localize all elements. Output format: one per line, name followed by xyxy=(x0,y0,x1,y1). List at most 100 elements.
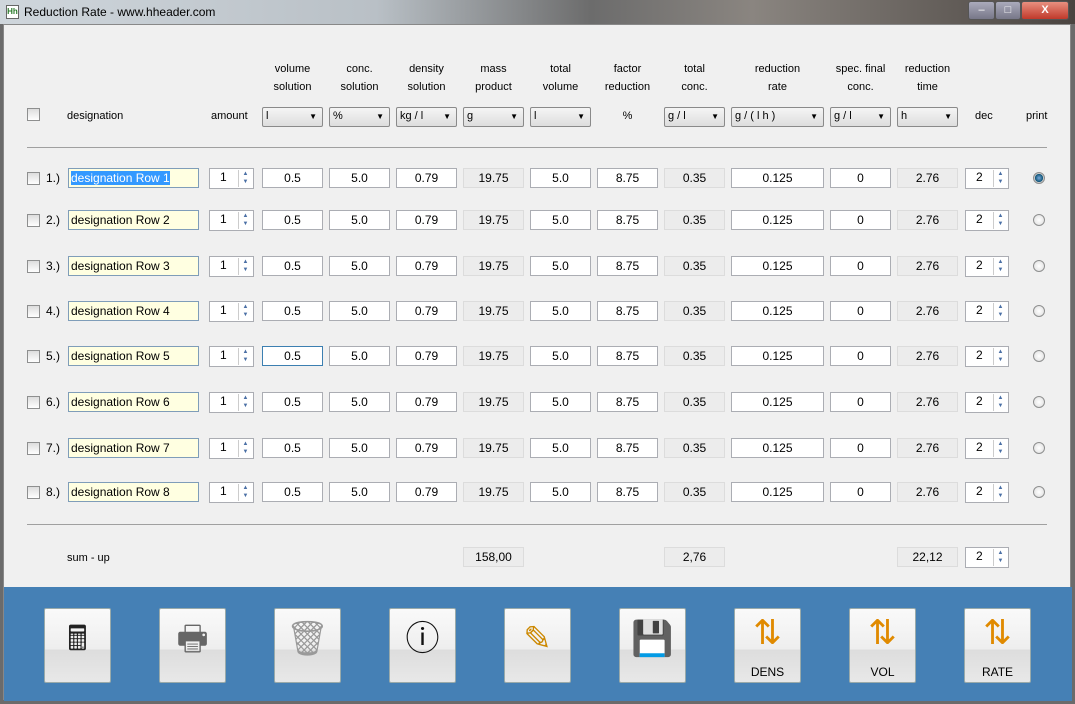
value-field-2[interactable]: 0.79 xyxy=(396,438,457,458)
stepper-arrows-icon[interactable]: ▲ ▼ xyxy=(238,394,252,411)
stepper-arrows-icon[interactable]: ▲ ▼ xyxy=(238,440,252,457)
amount-stepper[interactable]: 1 ▲ ▼ xyxy=(209,346,254,367)
info-button[interactable]: ⓘ xyxy=(389,608,456,683)
unit-dropdown-9[interactable]: h ▼ xyxy=(897,107,958,127)
row-checkbox[interactable] xyxy=(27,305,40,318)
designation-input[interactable]: designation Row 6 xyxy=(68,392,199,412)
amount-stepper[interactable]: 1 ▲ ▼ xyxy=(209,438,254,459)
dec-stepper[interactable]: 2 ▲ ▼ xyxy=(965,168,1009,189)
stepper-arrows-icon[interactable]: ▲ ▼ xyxy=(993,440,1007,457)
sum-dec-stepper[interactable]: 2 ▲ ▼ xyxy=(965,547,1009,568)
value-field-5[interactable]: 8.75 xyxy=(597,301,658,321)
select-all-checkbox[interactable] xyxy=(27,108,40,121)
stepper-arrows-icon[interactable]: ▲ ▼ xyxy=(993,394,1007,411)
value-field-5[interactable]: 8.75 xyxy=(597,438,658,458)
value-field-1[interactable]: 5.0 xyxy=(329,392,390,412)
value-field-5[interactable]: 8.75 xyxy=(597,210,658,230)
stepper-arrows-icon[interactable]: ▲ ▼ xyxy=(993,303,1007,320)
stepper-arrows-icon[interactable]: ▲ ▼ xyxy=(238,170,252,187)
stepper-arrows-icon[interactable]: ▲ ▼ xyxy=(238,212,252,229)
value-field-8[interactable]: 0 xyxy=(830,301,891,321)
value-field-4[interactable]: 5.0 xyxy=(530,210,591,230)
print-radio[interactable] xyxy=(1033,396,1045,408)
print-radio[interactable] xyxy=(1033,260,1045,272)
value-field-5[interactable]: 8.75 xyxy=(597,346,658,366)
value-field-0[interactable]: 0.5 xyxy=(262,482,323,502)
designation-input[interactable]: designation Row 3 xyxy=(68,256,199,276)
value-field-1[interactable]: 5.0 xyxy=(329,301,390,321)
rate-button[interactable]: ⇅ RATE xyxy=(964,608,1031,683)
print-radio[interactable] xyxy=(1033,214,1045,226)
value-field-4[interactable]: 5.0 xyxy=(530,346,591,366)
unit-dropdown-7[interactable]: g / ( l h ) ▼ xyxy=(731,107,824,127)
designation-input[interactable]: designation Row 7 xyxy=(68,438,199,458)
stepper-arrows-icon[interactable]: ▲ ▼ xyxy=(993,258,1007,275)
dec-stepper[interactable]: 2 ▲ ▼ xyxy=(965,392,1009,413)
stepper-arrows-icon[interactable]: ▲ ▼ xyxy=(993,212,1007,229)
stepper-arrows-icon[interactable]: ▲ ▼ xyxy=(993,348,1007,365)
designation-input[interactable]: designation Row 5 xyxy=(68,346,199,366)
value-field-0[interactable]: 0.5 xyxy=(262,256,323,276)
print-button[interactable]: 🖶 xyxy=(159,608,226,683)
value-field-7[interactable]: 0.125 xyxy=(731,392,824,412)
value-field-2[interactable]: 0.79 xyxy=(396,482,457,502)
value-field-2[interactable]: 0.79 xyxy=(396,256,457,276)
amount-stepper[interactable]: 1 ▲ ▼ xyxy=(209,168,254,189)
value-field-1[interactable]: 5.0 xyxy=(329,346,390,366)
print-radio[interactable] xyxy=(1033,172,1045,184)
value-field-4[interactable]: 5.0 xyxy=(530,482,591,502)
value-field-8[interactable]: 0 xyxy=(830,168,891,188)
value-field-4[interactable]: 5.0 xyxy=(530,438,591,458)
dec-stepper[interactable]: 2 ▲ ▼ xyxy=(965,301,1009,322)
value-field-0[interactable]: 0.5 xyxy=(262,438,323,458)
unit-dropdown-3[interactable]: g ▼ xyxy=(463,107,524,127)
value-field-7[interactable]: 0.125 xyxy=(731,168,824,188)
value-field-1[interactable]: 5.0 xyxy=(329,256,390,276)
designation-input[interactable]: designation Row 2 xyxy=(68,210,199,230)
amount-stepper[interactable]: 1 ▲ ▼ xyxy=(209,210,254,231)
value-field-0[interactable]: 0.5 xyxy=(262,392,323,412)
value-field-2[interactable]: 0.79 xyxy=(396,301,457,321)
stepper-arrows-icon[interactable]: ▲ ▼ xyxy=(238,348,252,365)
print-radio[interactable] xyxy=(1033,442,1045,454)
designation-input[interactable]: designation Row 8 xyxy=(68,482,199,502)
value-field-8[interactable]: 0 xyxy=(830,392,891,412)
designation-input[interactable]: designation Row 1 xyxy=(68,168,199,188)
print-radio[interactable] xyxy=(1033,350,1045,362)
value-field-8[interactable]: 0 xyxy=(830,210,891,230)
vol-button[interactable]: ⇅ VOL xyxy=(849,608,916,683)
minimize-button[interactable]: – xyxy=(968,1,995,20)
value-field-1[interactable]: 5.0 xyxy=(329,210,390,230)
value-field-2[interactable]: 0.79 xyxy=(396,168,457,188)
value-field-5[interactable]: 8.75 xyxy=(597,256,658,276)
unit-dropdown-1[interactable]: % ▼ xyxy=(329,107,390,127)
row-checkbox[interactable] xyxy=(27,486,40,499)
stepper-arrows-icon[interactable]: ▲ ▼ xyxy=(993,549,1007,566)
close-button[interactable]: X xyxy=(1021,1,1069,20)
amount-stepper[interactable]: 1 ▲ ▼ xyxy=(209,256,254,277)
value-field-0[interactable]: 0.5 xyxy=(262,301,323,321)
amount-stepper[interactable]: 1 ▲ ▼ xyxy=(209,301,254,322)
amount-stepper[interactable]: 1 ▲ ▼ xyxy=(209,482,254,503)
value-field-5[interactable]: 8.75 xyxy=(597,392,658,412)
unit-dropdown-2[interactable]: kg / l ▼ xyxy=(396,107,457,127)
value-field-7[interactable]: 0.125 xyxy=(731,438,824,458)
dec-stepper[interactable]: 2 ▲ ▼ xyxy=(965,482,1009,503)
value-field-8[interactable]: 0 xyxy=(830,438,891,458)
row-checkbox[interactable] xyxy=(27,260,40,273)
value-field-7[interactable]: 0.125 xyxy=(731,210,824,230)
delete-button[interactable]: 🗑 xyxy=(274,608,341,683)
value-field-8[interactable]: 0 xyxy=(830,256,891,276)
value-field-7[interactable]: 0.125 xyxy=(731,482,824,502)
value-field-0[interactable]: 0.5 xyxy=(262,346,323,366)
value-field-2[interactable]: 0.79 xyxy=(396,346,457,366)
value-field-2[interactable]: 0.79 xyxy=(396,210,457,230)
value-field-4[interactable]: 5.0 xyxy=(530,256,591,276)
row-checkbox[interactable] xyxy=(27,214,40,227)
value-field-2[interactable]: 0.79 xyxy=(396,392,457,412)
stepper-arrows-icon[interactable]: ▲ ▼ xyxy=(993,170,1007,187)
row-checkbox[interactable] xyxy=(27,172,40,185)
value-field-1[interactable]: 5.0 xyxy=(329,482,390,502)
value-field-4[interactable]: 5.0 xyxy=(530,301,591,321)
dens-button[interactable]: ⇅ DENS xyxy=(734,608,801,683)
